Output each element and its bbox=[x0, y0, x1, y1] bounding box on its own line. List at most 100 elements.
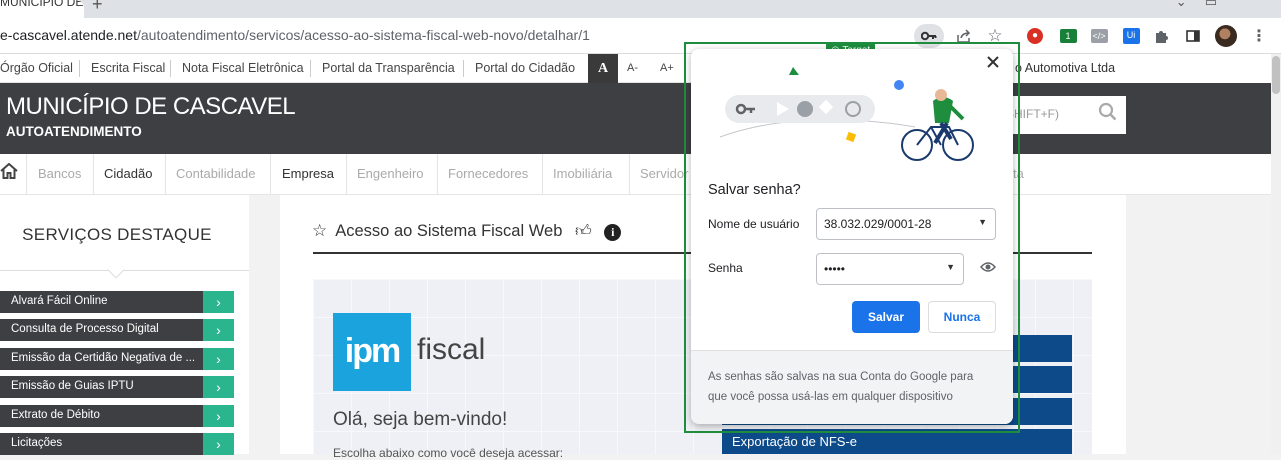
site-header: MUNICÍPIO DE CASCAVEL AUTOATENDIMENTO SH… bbox=[0, 83, 1281, 154]
topnav-item-escrita-fiscal[interactable]: Escrita Fiscal bbox=[91, 54, 165, 83]
page-title-text: Acesso ao Sistema Fiscal Web bbox=[335, 222, 563, 240]
ext-red-icon[interactable]: ● bbox=[1024, 25, 1046, 47]
page-title: ☆ Acesso ao Sistema Fiscal Web 👍︎ i bbox=[312, 221, 622, 245]
tab-strip: MUNICÍPIO DE CASCAVEL + ⌄ ▭ bbox=[0, 0, 1281, 18]
avatar[interactable] bbox=[1215, 25, 1237, 47]
chevron-right-icon[interactable]: › bbox=[203, 319, 234, 341]
divider bbox=[26, 154, 27, 195]
username-label: Nome de usuário bbox=[708, 217, 800, 231]
sidebar-item-label: Alvará Fácil Online bbox=[11, 295, 108, 307]
password-label: Senha bbox=[708, 261, 743, 275]
password-select[interactable]: ••••• ▼ bbox=[816, 253, 964, 285]
sidebar-notch bbox=[107, 261, 125, 279]
scrollbar[interactable] bbox=[1271, 54, 1281, 454]
topnav-item-portal-cidadao[interactable]: Portal do Cidadão bbox=[475, 54, 575, 83]
sidebar-item-extrato[interactable]: Extrato de Débito › bbox=[0, 405, 234, 427]
font-decrease-button[interactable]: A- bbox=[627, 54, 638, 83]
sidepanel-icon[interactable] bbox=[1182, 25, 1204, 47]
category-empresa[interactable]: Empresa bbox=[282, 166, 334, 181]
sidebar-item-label: Extrato de Débito bbox=[11, 409, 100, 421]
new-tab-button[interactable]: + bbox=[92, 0, 103, 15]
home-icon[interactable] bbox=[0, 162, 18, 184]
ext-green-icon[interactable]: 1 bbox=[1057, 25, 1079, 47]
close-icon[interactable] bbox=[987, 55, 999, 73]
divider bbox=[165, 154, 166, 195]
more-icon[interactable]: ⋮ bbox=[1248, 25, 1270, 47]
divider bbox=[170, 60, 171, 77]
chevron-right-icon[interactable]: › bbox=[203, 376, 234, 398]
ipm-logo-text: fiscal bbox=[417, 333, 486, 366]
divider bbox=[629, 154, 630, 195]
category-cidadao[interactable]: Cidadão bbox=[104, 166, 152, 181]
topnav-item-orgao-oficial[interactable]: Órgão Oficial bbox=[0, 54, 73, 83]
category-bancos[interactable]: Bancos bbox=[38, 166, 81, 181]
sidebar: SERVIÇOS DESTAQUE Alvará Fácil Online › C… bbox=[0, 195, 249, 455]
favorite-star-icon[interactable]: ☆ bbox=[312, 221, 327, 240]
sidebar-item-alvara[interactable]: Alvará Fácil Online › bbox=[0, 291, 234, 313]
puzzle-icon[interactable] bbox=[1151, 25, 1173, 47]
category-fornecedores[interactable]: Fornecedores bbox=[448, 166, 528, 181]
category-contabilidade[interactable]: Contabilidade bbox=[176, 166, 256, 181]
font-increase-button[interactable]: A+ bbox=[660, 54, 674, 83]
dialog-footer-text: As senhas são salvas na sua Conta do Goo… bbox=[708, 371, 974, 403]
category-imobiliaria[interactable]: Imobiliária bbox=[553, 166, 612, 181]
password-illustration bbox=[719, 67, 974, 161]
divider bbox=[346, 154, 347, 195]
topnav-item-transparencia[interactable]: Portal da Transparência bbox=[322, 54, 455, 83]
sidebar-item-iptu[interactable]: Emissão de Guias IPTU › bbox=[0, 376, 234, 398]
chevron-right-icon[interactable]: › bbox=[203, 291, 234, 313]
export-nfse-label: Exportação de NFS-e bbox=[732, 434, 858, 449]
dialog-footer: As senhas são salvas na sua Conta do Goo… bbox=[691, 350, 1013, 424]
password-value: ••••• bbox=[824, 262, 846, 276]
category-servidor[interactable]: Servidor bbox=[640, 166, 688, 181]
save-password-dialog: Salvar senha? Nome de usuário 38.032.029… bbox=[691, 49, 1013, 424]
window-controls[interactable]: ⌄ ▭ bbox=[1176, 0, 1217, 10]
thumbs-up-icon[interactable]: 👍︎ bbox=[575, 223, 592, 240]
sidebar-item-label: Emissão de Guias IPTU bbox=[11, 380, 134, 392]
divider bbox=[542, 154, 543, 195]
ext-code-icon[interactable]: </> bbox=[1088, 25, 1110, 47]
sidebar-item-processo[interactable]: Consulta de Processo Digital › bbox=[0, 319, 234, 341]
company-name-area: o Automotiva Ltda bbox=[1013, 54, 1271, 83]
chevron-right-icon[interactable]: › bbox=[203, 433, 234, 455]
sidebar-item-label: Consulta de Processo Digital bbox=[11, 323, 159, 335]
save-button[interactable]: Salvar bbox=[852, 301, 920, 333]
divider bbox=[79, 60, 80, 77]
category-engenheiro[interactable]: Engenheiro bbox=[357, 166, 424, 181]
scrollbar-thumb[interactable] bbox=[1272, 56, 1280, 94]
never-button[interactable]: Nunca bbox=[928, 301, 996, 333]
welcome-text: Olá, seja bem-vindo! bbox=[333, 409, 508, 430]
font-reset-button[interactable]: A bbox=[588, 54, 618, 83]
chevron-right-icon[interactable]: › bbox=[203, 348, 234, 370]
username-value: 38.032.029/0001-28 bbox=[824, 217, 932, 231]
info-icon[interactable]: i bbox=[604, 224, 622, 241]
site-subtitle: AUTOATENDIMENTO bbox=[6, 124, 142, 139]
username-select[interactable]: 38.032.029/0001-28 ▼ bbox=[816, 208, 996, 240]
category-nav: Bancos Cidadão Contabilidade Empresa Eng… bbox=[0, 154, 1281, 195]
search-icon[interactable] bbox=[1098, 102, 1118, 128]
browser-toolbar: e-cascavel.atende.net/autoatendimento/se… bbox=[0, 18, 1281, 54]
show-password-icon[interactable] bbox=[980, 260, 996, 276]
dialog-title: Salvar senha? bbox=[708, 182, 801, 198]
sidebar-item-certidao[interactable]: Emissão da Certidão Negativa de ... › bbox=[0, 348, 234, 370]
divider bbox=[463, 60, 464, 77]
sidebar-item-licitacoes[interactable]: Licitações › bbox=[0, 433, 234, 455]
site-title[interactable]: MUNICÍPIO DE CASCAVEL bbox=[6, 93, 296, 121]
divider bbox=[93, 154, 94, 195]
divider bbox=[0, 270, 249, 271]
sidebar-item-label: Licitações bbox=[11, 437, 63, 449]
sidebar-title: SERVIÇOS DESTAQUE bbox=[22, 225, 212, 244]
dropdown-arrow-icon[interactable]: ▼ bbox=[946, 262, 955, 272]
browser-tab[interactable]: MUNICÍPIO DE CASCAVEL bbox=[0, 0, 84, 18]
divider bbox=[310, 60, 311, 77]
divider bbox=[437, 154, 438, 195]
address-bar[interactable]: e-cascavel.atende.net/autoatendimento/se… bbox=[0, 27, 590, 43]
access-prompt: Escolha abaixo como você deseja acessar: bbox=[333, 446, 564, 460]
ipm-logo-mark: ipm bbox=[333, 313, 411, 391]
dropdown-arrow-icon[interactable]: ▼ bbox=[978, 217, 987, 227]
company-name[interactable]: o Automotiva Ltda bbox=[1015, 61, 1115, 75]
topnav-item-nota-fiscal[interactable]: Nota Fiscal Eletrônica bbox=[182, 54, 304, 83]
chevron-right-icon[interactable]: › bbox=[203, 405, 234, 427]
ext-ui-icon[interactable]: Ui bbox=[1120, 25, 1142, 47]
url-host: e-cascavel.atende.net bbox=[0, 27, 137, 43]
